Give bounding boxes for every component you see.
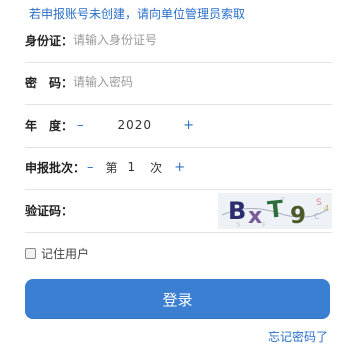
- remember-checkbox[interactable]: [25, 248, 36, 259]
- year-decrement-button[interactable]: –: [77, 118, 84, 133]
- remember-user[interactable]: 记住用户: [25, 245, 89, 262]
- captcha-image[interactable]: 7 S 4 C 5 F B x T 9: [218, 193, 332, 229]
- svg-text:S: S: [316, 198, 322, 208]
- captcha-row: 验证码： 7 S 4 C 5 F B x T 9: [25, 189, 332, 233]
- batch-row: 申报批次： – 第 1 次 +: [25, 145, 332, 190]
- svg-text:B: B: [228, 197, 246, 225]
- batch-suffix: 次: [150, 160, 163, 175]
- id-number-input[interactable]: [73, 33, 274, 47]
- batch-label: 申报批次：: [25, 160, 86, 175]
- batch-increment-button[interactable]: +: [174, 160, 185, 175]
- year-row: 年 度： – 2020 +: [25, 103, 332, 148]
- forgot-password-link[interactable]: 忘记密码了: [268, 328, 328, 345]
- login-form: 若申报账号未创建，请向单位管理员索取 身份证： 密 码： 年 度： – 2020…: [0, 0, 350, 347]
- year-increment-button[interactable]: +: [183, 118, 194, 133]
- year-value: 2020: [117, 118, 153, 132]
- login-button[interactable]: 登录: [25, 279, 330, 319]
- batch-value: 1: [127, 160, 136, 174]
- id-number-row: 身份证：: [25, 18, 332, 63]
- remember-label: 记住用户: [41, 247, 90, 261]
- svg-text:4: 4: [324, 204, 329, 213]
- batch-prefix: 第: [105, 160, 118, 175]
- captcha-label: 验证码：: [25, 204, 74, 218]
- id-number-label: 身份证：: [25, 33, 74, 48]
- svg-text:T: T: [266, 196, 285, 224]
- password-row: 密 码：: [25, 60, 332, 105]
- year-label: 年 度：: [25, 118, 74, 133]
- svg-text:9: 9: [290, 203, 306, 229]
- captcha-input[interactable]: [73, 203, 184, 218]
- batch-decrement-button[interactable]: –: [87, 160, 94, 175]
- svg-text:F: F: [262, 221, 266, 229]
- password-label: 密 码：: [25, 75, 74, 90]
- svg-text:x: x: [248, 204, 262, 229]
- password-input[interactable]: [73, 75, 274, 89]
